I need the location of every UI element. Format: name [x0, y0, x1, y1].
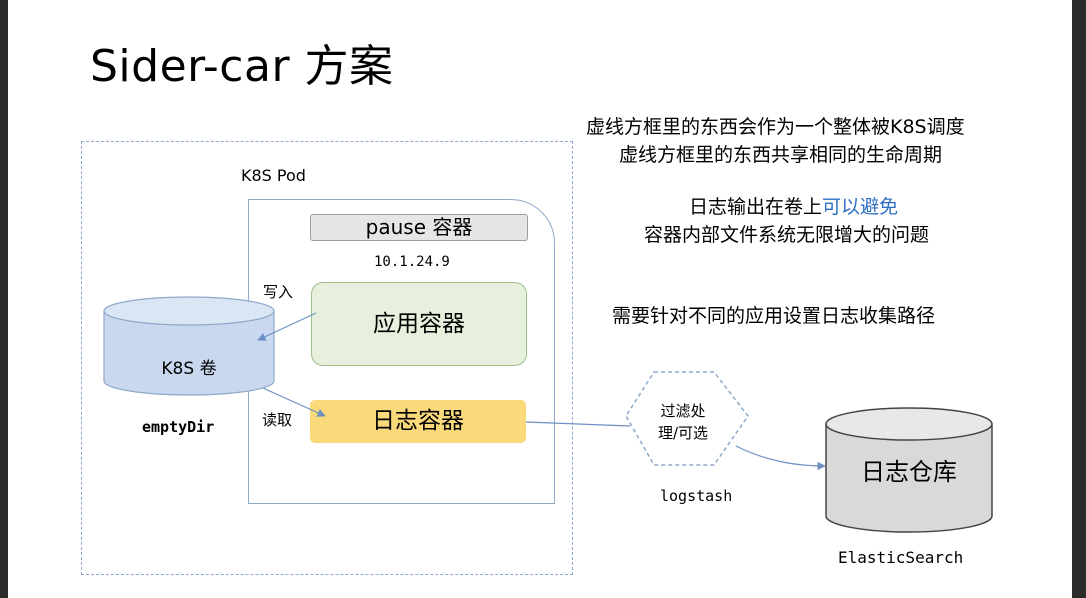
volume-type: emptyDir [142, 418, 215, 436]
diagram-shapes [103, 296, 993, 533]
warehouse-label: 日志仓库 [861, 458, 957, 486]
slide: Sider-car 方案 虚线方框里的东西会作为一个整体被K8S调度 虚线方框里… [8, 0, 1072, 598]
warehouse-caption: ElasticSearch [838, 548, 964, 567]
logstash-to-warehouse-arrow [735, 445, 826, 471]
logstash-text: 过滤处 理/可选 [630, 400, 736, 444]
volume-cylinder [103, 296, 275, 396]
logstash-label: logstash [660, 487, 733, 505]
logstash-text-line1: 过滤处 [660, 402, 706, 420]
logstash-text-line2: 理/可选 [657, 424, 709, 442]
write-label: 写入 [263, 283, 294, 301]
log-to-logstash-line [525, 421, 631, 427]
read-label: 读取 [262, 411, 293, 429]
volume-label: K8S 卷 [161, 359, 217, 379]
